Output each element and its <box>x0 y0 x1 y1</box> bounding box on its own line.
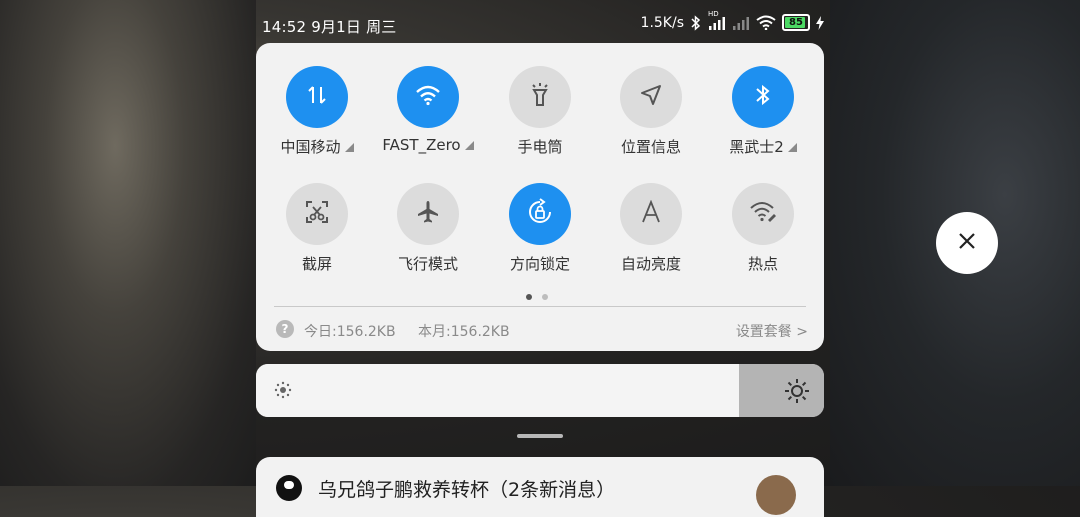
airplane-icon <box>415 199 441 229</box>
tile-label: 手电筒 <box>517 138 563 156</box>
brightness-low-icon <box>274 381 292 403</box>
tile-label: 黑武士2 <box>729 138 784 156</box>
net-speed: 1.5K/s <box>640 14 684 31</box>
tile-location[interactable]: 位置信息 <box>595 66 707 157</box>
page-dot <box>542 294 548 300</box>
battery-level: 85 <box>789 17 803 28</box>
data-usage-month: 本月:156.2KB <box>418 324 510 340</box>
signal-icon: HD <box>708 10 726 30</box>
background-left <box>0 0 256 486</box>
status-time: 14:52 <box>262 18 307 36</box>
battery-icon: 85 <box>782 14 810 31</box>
rotation-lock-icon <box>526 198 554 230</box>
status-bar: 14:52 9月1日 周三 1.5K/s HD 85 <box>256 10 824 40</box>
tile-label: 位置信息 <box>620 138 681 156</box>
flashlight-icon <box>528 82 552 112</box>
app-icon <box>276 475 302 501</box>
tile-bluetooth[interactable]: 黑武士2 <box>707 66 819 157</box>
hotspot-icon <box>749 200 777 228</box>
expand-triangle-icon <box>344 143 354 152</box>
tile-label: 热点 <box>747 255 778 273</box>
data-usage-row: ? 今日:156.2KB 本月:156.2KB 设置套餐 > <box>276 320 808 340</box>
tile-airplane[interactable]: 飞行模式 <box>372 183 484 274</box>
brightness-fill <box>256 364 739 417</box>
tile-label: 自动亮度 <box>620 255 681 273</box>
status-date: 9月1日 <box>311 18 362 36</box>
location-icon <box>639 83 663 111</box>
help-icon[interactable]: ? <box>276 320 294 338</box>
page-indicator <box>526 294 548 300</box>
auto-brightness-icon <box>639 199 663 228</box>
brightness-slider[interactable] <box>256 364 824 417</box>
tile-mobile-data[interactable]: 中国移动 <box>261 66 373 157</box>
tile-screenshot[interactable]: 截屏 <box>261 183 373 274</box>
set-plan-link[interactable]: 设置套餐 > <box>736 321 808 341</box>
close-icon <box>958 232 976 254</box>
bluetooth-icon <box>690 14 702 31</box>
quick-settings-panel: 中国移动 FAST_Zero 手电筒 位置信息 黑武士2 截屏 飞行模式 方向锁… <box>256 43 824 351</box>
mobile-data-icon <box>305 83 329 111</box>
tile-label: 方向锁定 <box>509 255 570 273</box>
tile-label: 截屏 <box>301 255 332 273</box>
tile-rotation-lock[interactable]: 方向锁定 <box>484 183 596 274</box>
expand-triangle-icon <box>464 141 474 150</box>
avatar <box>756 475 796 515</box>
signal-weak-icon <box>732 16 750 30</box>
divider <box>274 306 806 307</box>
data-usage-today: 今日:156.2KB <box>304 324 396 340</box>
expand-triangle-icon <box>787 143 797 152</box>
tile-flashlight[interactable]: 手电筒 <box>484 66 596 157</box>
tile-wifi[interactable]: FAST_Zero <box>372 66 484 154</box>
charging-icon <box>816 15 824 30</box>
bluetooth-icon <box>754 83 772 111</box>
screenshot-icon <box>304 199 330 229</box>
brightness-track <box>738 364 824 417</box>
wifi-icon <box>415 84 441 110</box>
page-dot-active <box>526 294 532 300</box>
notification-title: 乌兄鸽子鹏救养转杯（2条新消息） <box>318 479 616 501</box>
tile-label: 中国移动 <box>280 138 341 156</box>
notification-card[interactable]: 乌兄鸽子鹏救养转杯（2条新消息） <box>256 457 824 517</box>
tile-label: 飞行模式 <box>397 255 458 273</box>
tile-label: FAST_Zero <box>382 136 461 154</box>
wifi-icon <box>756 15 776 30</box>
brightness-high-icon <box>784 378 810 408</box>
status-weekday: 周三 <box>366 18 397 36</box>
tile-hotspot[interactable]: 热点 <box>707 183 819 274</box>
tile-auto-brightness[interactable]: 自动亮度 <box>595 183 707 274</box>
network-type: HD <box>708 9 719 18</box>
close-button[interactable] <box>936 212 998 274</box>
drag-handle[interactable] <box>517 434 563 438</box>
